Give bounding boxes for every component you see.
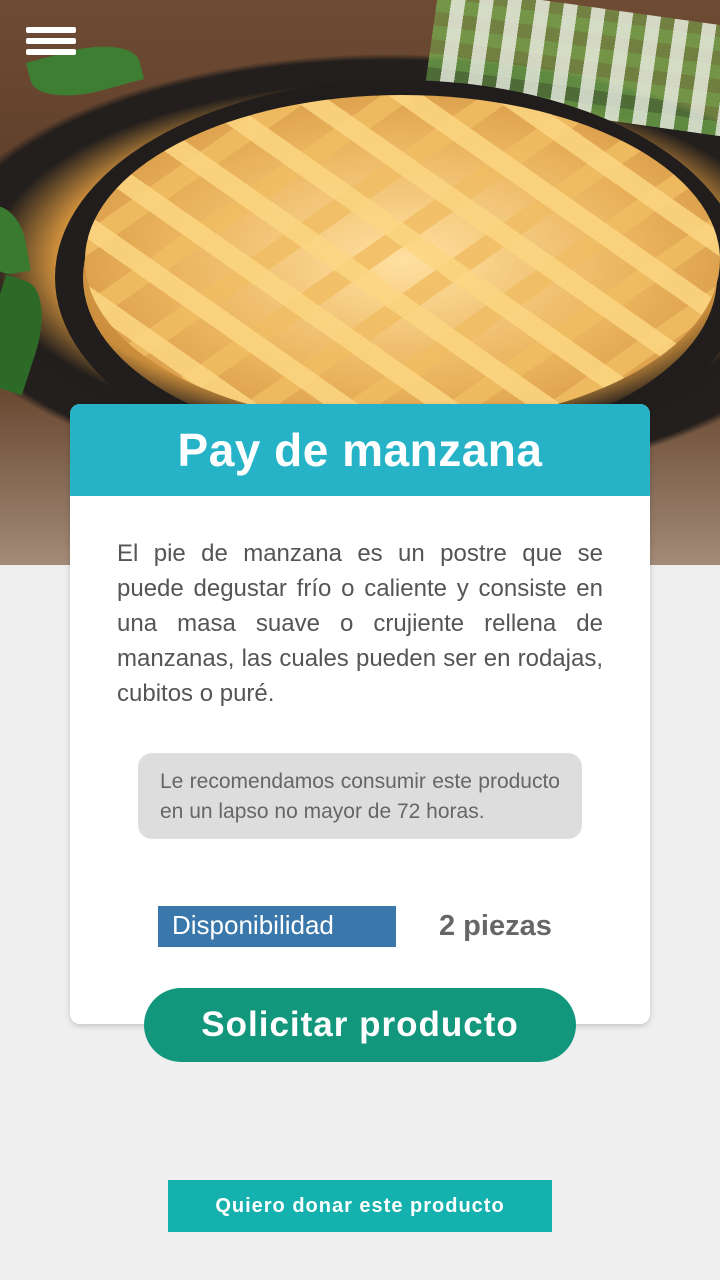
- availability-row: Disponibilidad 2 piezas: [158, 906, 552, 947]
- request-product-button[interactable]: Solicitar producto: [144, 988, 576, 1062]
- card-header: Pay de manzana: [70, 404, 650, 496]
- product-card: Pay de manzana El pie de manzana es un p…: [70, 404, 650, 1024]
- donate-product-button[interactable]: Quiero donar este producto: [168, 1180, 552, 1232]
- consumption-notice: Le recomendamos consumir este producto e…: [138, 753, 582, 839]
- availability-label: Disponibilidad: [158, 906, 396, 947]
- menu-line: [26, 49, 76, 55]
- hamburger-menu-icon[interactable]: [26, 27, 76, 57]
- leaf-decoration: [0, 201, 31, 279]
- product-description: El pie de manzana es un postre que se pu…: [117, 540, 603, 707]
- availability-value: 2 piezas: [439, 910, 552, 942]
- product-title: Pay de manzana: [177, 424, 543, 476]
- menu-line: [26, 27, 76, 33]
- apple-pie: [85, 95, 720, 425]
- leaf-decoration: [0, 274, 56, 396]
- menu-line: [26, 38, 76, 44]
